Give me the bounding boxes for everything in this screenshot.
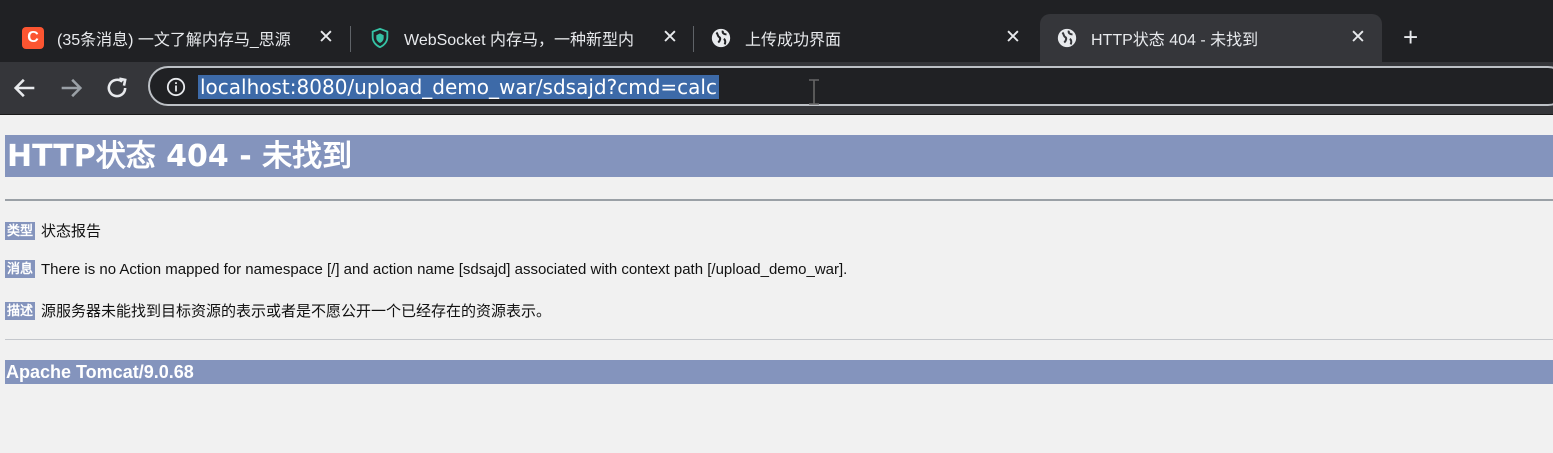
message-row: 消息 There is no Action mapped for namespa… bbox=[5, 260, 847, 278]
type-label: 类型 bbox=[5, 221, 36, 240]
close-icon[interactable]: ✕ bbox=[1350, 26, 1366, 49]
tab-separator bbox=[350, 26, 351, 52]
description-value: 源服务器未能找到目标资源的表示或者是不愿公开一个已经存在的资源表示。 bbox=[41, 303, 552, 320]
tab-title: 上传成功界面 bbox=[745, 32, 842, 49]
back-arrow-icon[interactable] bbox=[11, 74, 39, 102]
globe-icon bbox=[711, 28, 731, 48]
tab-strip: C (35条消息) 一文了解内存马_思源 ✕ WebSocket 内存马，一种新… bbox=[0, 0, 1553, 62]
type-row: 类型 状态报告 bbox=[5, 220, 101, 241]
tab-upload-success[interactable]: 上传成功界面 ✕ bbox=[695, 14, 1035, 62]
page-content: HTTP状态 404 - 未找到 类型 状态报告 消息 There is no … bbox=[0, 115, 1553, 453]
reload-icon[interactable] bbox=[103, 74, 131, 102]
toolbar: localhost:8080/upload_demo_war/sdsajd?cm… bbox=[0, 62, 1553, 115]
close-icon[interactable]: ✕ bbox=[1005, 26, 1021, 49]
tab-title: WebSocket 内存马，一种新型内 bbox=[404, 32, 634, 49]
server-version: Apache Tomcat/9.0.68 bbox=[6, 362, 194, 382]
error-heading-bar: HTTP状态 404 - 未找到 bbox=[5, 135, 1553, 177]
tab-separator bbox=[693, 26, 694, 52]
address-bar[interactable]: localhost:8080/upload_demo_war/sdsajd?cm… bbox=[148, 66, 1553, 106]
type-value: 状态报告 bbox=[41, 223, 102, 240]
description-row: 描述 源服务器未能找到目标资源的表示或者是不愿公开一个已经存在的资源表示。 bbox=[5, 300, 551, 321]
divider bbox=[5, 199, 1553, 201]
info-icon[interactable] bbox=[166, 77, 186, 97]
description-label: 描述 bbox=[5, 301, 36, 320]
text-cursor-icon bbox=[809, 79, 819, 105]
close-icon[interactable]: ✕ bbox=[662, 26, 678, 49]
message-value: There is no Action mapped for namespace … bbox=[41, 260, 848, 278]
divider bbox=[5, 339, 1553, 340]
new-tab-button[interactable]: + bbox=[1403, 22, 1418, 52]
server-footer-bar: Apache Tomcat/9.0.68 bbox=[5, 360, 1553, 384]
tab-csdn[interactable]: C (35条消息) 一文了解内存马_思源 ✕ bbox=[0, 14, 345, 62]
globe-icon bbox=[1057, 28, 1077, 48]
shield-icon bbox=[371, 27, 389, 49]
tab-http-404[interactable]: HTTP状态 404 - 未找到 ✕ bbox=[1040, 14, 1382, 62]
tab-title: (35条消息) 一文了解内存马_思源 bbox=[57, 32, 291, 49]
message-label: 消息 bbox=[5, 260, 36, 278]
csdn-c-icon: C bbox=[22, 27, 44, 49]
page-title: HTTP状态 404 - 未找到 bbox=[7, 139, 353, 174]
forward-arrow-icon[interactable] bbox=[57, 74, 85, 102]
close-icon[interactable]: ✕ bbox=[318, 26, 334, 49]
tab-websocket[interactable]: WebSocket 内存马，一种新型内 ✕ bbox=[352, 14, 692, 62]
browser-window: C (35条消息) 一文了解内存马_思源 ✕ WebSocket 内存马，一种新… bbox=[0, 0, 1553, 453]
tab-title: HTTP状态 404 - 未找到 bbox=[1091, 32, 1259, 49]
url-text[interactable]: localhost:8080/upload_demo_war/sdsajd?cm… bbox=[198, 75, 719, 99]
